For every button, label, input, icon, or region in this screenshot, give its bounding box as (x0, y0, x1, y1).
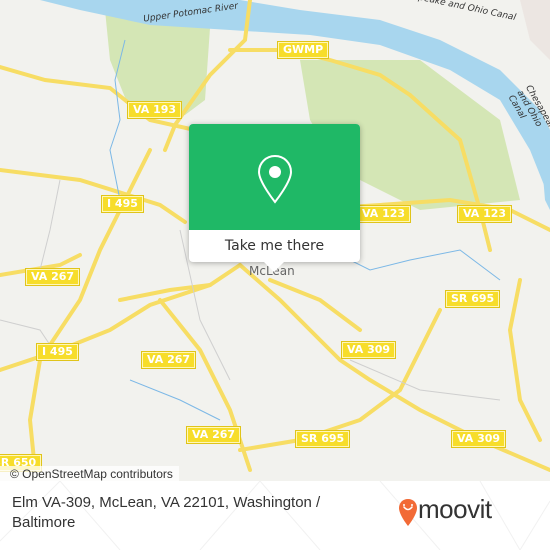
road-shield: VA 123 (458, 206, 512, 222)
road-shield: VA 123 (357, 206, 411, 222)
road-shield: GWMP (278, 42, 329, 58)
popup-header (189, 124, 360, 230)
road-shield: VA 267 (187, 427, 241, 443)
popup-tail (264, 262, 284, 272)
road-shield: SR 695 (446, 291, 500, 307)
address-text: Elm VA-309, McLean, VA 22101, Washington… (12, 494, 321, 531)
road-shield: VA 267 (26, 269, 80, 285)
moovit-wordmark: moovit (418, 494, 492, 524)
moovit-pin-icon (399, 499, 417, 526)
road-shield: SR 695 (296, 431, 350, 447)
take-me-there-button[interactable]: Take me there (189, 230, 360, 262)
urban-area (520, 0, 550, 60)
road-shield: VA 309 (452, 431, 506, 447)
osm-attribution[interactable]: © OpenStreetMap contributors (0, 466, 179, 481)
road-shield: VA 193 (128, 102, 182, 118)
road-shield: VA 309 (342, 342, 396, 358)
road-shield: I 495 (102, 196, 143, 212)
road-shield: I 495 (37, 344, 78, 360)
location-popup: Take me there (189, 124, 360, 272)
map[interactable]: Upper Potomac River Chesapeake and Ohio … (0, 0, 550, 481)
road-shield: VA 267 (142, 352, 196, 368)
map-pin-icon (257, 154, 293, 204)
